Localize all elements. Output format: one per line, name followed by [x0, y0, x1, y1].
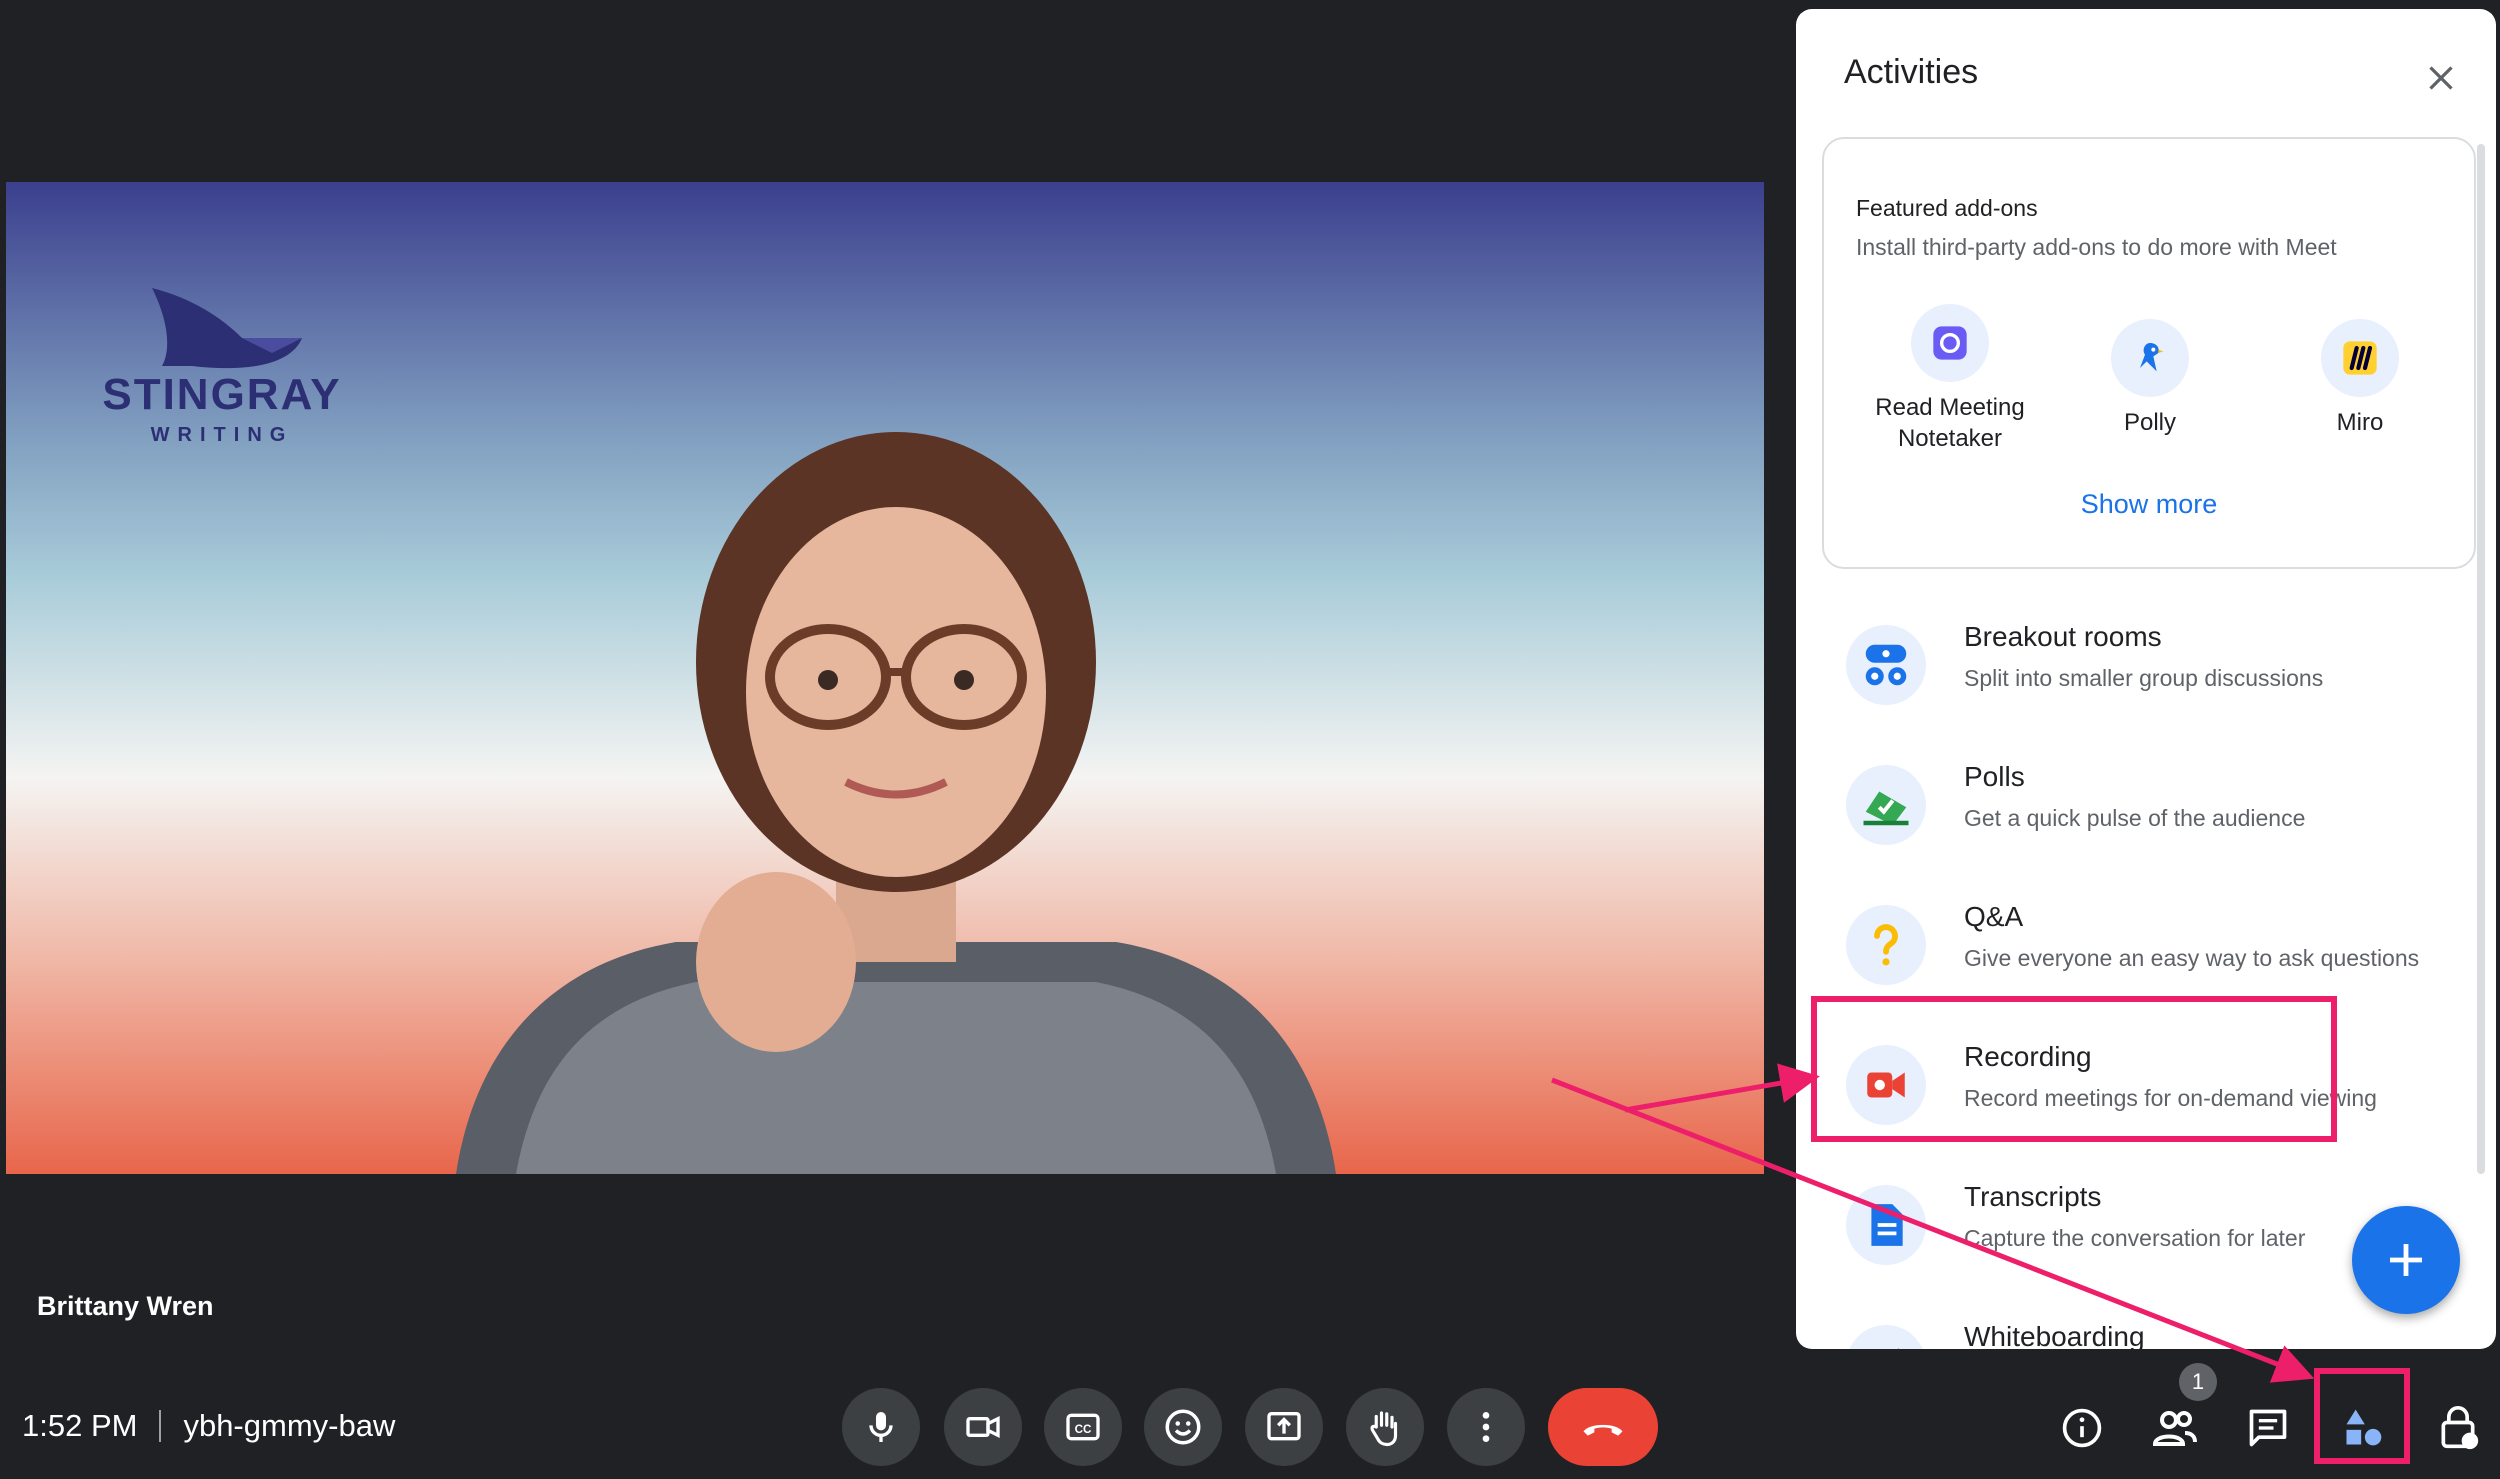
emoji-button[interactable] — [1144, 1388, 1222, 1466]
meeting-code: ybh-gmmy-baw — [183, 1408, 396, 1443]
chat-button[interactable] — [2238, 1398, 2298, 1458]
svg-text:CC: CC — [1075, 1423, 1092, 1436]
question-mark-icon — [1874, 924, 1898, 966]
activity-subtitle: Capture the conversation for later — [1964, 1225, 2306, 1251]
logo-subtitle: WRITING — [150, 424, 294, 446]
people-button[interactable] — [2145, 1398, 2205, 1458]
raise-hand-button[interactable] — [1346, 1388, 1424, 1466]
camera-button[interactable] — [944, 1388, 1022, 1466]
featured-addons-subtitle: Install third-party add-ons to do more w… — [1856, 234, 2337, 260]
add-activity-fab[interactable] — [2352, 1206, 2460, 1314]
activity-title: Q&A — [1964, 901, 2024, 932]
transcripts-icon-wrap — [1846, 1185, 1926, 1265]
addon-label: Read Meeting Notetaker — [1850, 392, 2050, 454]
closed-captions-icon: CC — [1066, 1413, 1100, 1441]
featured-addons-title: Featured add-ons — [1856, 195, 2038, 221]
participant-name: Brittany Wren — [37, 1291, 214, 1321]
breakout-rooms-icon — [1865, 644, 1907, 686]
recording-highlight-box — [1811, 996, 2337, 1142]
microphone-icon — [869, 1412, 893, 1442]
featured-addons-card: Featured add-ons Install third-party add… — [1822, 137, 2476, 569]
video-tile: STINGRAY WRITING — [6, 182, 1764, 1174]
activity-subtitle: Get a quick pulse of the audience — [1964, 805, 2306, 831]
present-button[interactable] — [1245, 1388, 1323, 1466]
qa-icon-wrap — [1846, 905, 1926, 985]
plus-icon — [2390, 1244, 2422, 1276]
people-icon — [2152, 1411, 2197, 1446]
read-notetaker-icon — [1933, 326, 1967, 360]
activity-whiteboarding[interactable]: Whiteboarding — [1846, 1315, 2486, 1349]
people-count-badge: 1 — [2179, 1363, 2217, 1401]
logo-wordmark: STINGRAY — [102, 370, 342, 419]
activity-title: Breakout rooms — [1964, 621, 2162, 652]
activity-subtitle: Give everyone an easy way to ask questio… — [1964, 945, 2420, 971]
polls-icon — [1863, 791, 1909, 826]
close-icon — [2429, 66, 2453, 90]
host-controls-icon — [2441, 1406, 2479, 1450]
close-panel-button[interactable] — [2416, 53, 2466, 103]
miro-icon-wrap — [2321, 319, 2399, 397]
breakout-icon-wrap — [1846, 625, 1926, 705]
whiteboard-icon — [1897, 1348, 1900, 1349]
show-more-link[interactable]: Show more — [1824, 489, 2474, 520]
meeting-details-button[interactable] — [2052, 1398, 2112, 1458]
meeting-info: 1:52 PM ybh-gmmy-baw — [22, 1408, 395, 1444]
activities-panel: Activities Featured add-ons Install thir… — [1796, 9, 2496, 1349]
host-controls-button[interactable] — [2428, 1398, 2488, 1458]
more-options-button[interactable] — [1447, 1388, 1525, 1466]
polly-parrot-icon — [2140, 343, 2164, 372]
addon-miro[interactable]: Miro — [2260, 319, 2460, 438]
addon-read-meeting-notetaker[interactable]: Read Meeting Notetaker — [1850, 304, 2050, 454]
activities-highlight-box — [2314, 1368, 2410, 1464]
emoji-icon — [1165, 1409, 1201, 1445]
camera-icon — [966, 1415, 1000, 1439]
info-icon — [2062, 1408, 2102, 1448]
activity-title: Whiteboarding — [1964, 1321, 2145, 1349]
addon-label: Miro — [2336, 409, 2384, 436]
addon-polly[interactable]: Polly — [2050, 319, 2250, 438]
meeting-time: 1:52 PM — [22, 1408, 138, 1443]
present-screen-icon — [1267, 1412, 1301, 1441]
more-options-icon — [1482, 1412, 1490, 1442]
addon-label-line2: Notetaker — [1897, 425, 2003, 452]
divider — [159, 1410, 162, 1442]
addon-label: Polly — [2123, 409, 2177, 436]
polly-icon-wrap — [2111, 319, 2189, 397]
transcripts-icon — [1871, 1204, 1903, 1246]
activity-title: Polls — [1964, 761, 2025, 792]
polls-icon-wrap — [1846, 765, 1926, 845]
stingray-logo: STINGRAY WRITING — [102, 278, 342, 458]
chat-icon — [2249, 1409, 2287, 1447]
hang-up-icon — [1583, 1424, 1623, 1436]
raise-hand-icon — [1370, 1411, 1398, 1447]
panel-scrollbar[interactable] — [2477, 144, 2485, 1174]
stingray-logo-icon — [152, 288, 302, 369]
panel-title: Activities — [1844, 53, 1979, 91]
activity-polls[interactable]: Polls Get a quick pulse of the audience — [1846, 755, 2486, 875]
hang-up-button[interactable] — [1548, 1388, 1658, 1466]
captions-button[interactable]: CC — [1044, 1388, 1122, 1466]
addon-label-line1: Read Meeting — [1875, 394, 2025, 421]
activity-breakout-rooms[interactable]: Breakout rooms Split into smaller group … — [1846, 615, 2486, 735]
participant-video — [456, 432, 1336, 1174]
miro-icon — [2343, 341, 2377, 375]
mic-button[interactable] — [842, 1388, 920, 1466]
read-notetaker-icon-wrap — [1911, 304, 1989, 382]
activity-subtitle: Split into smaller group discussions — [1964, 665, 2324, 691]
whiteboarding-icon-wrap — [1846, 1325, 1926, 1349]
activity-title: Transcripts — [1964, 1181, 2102, 1212]
